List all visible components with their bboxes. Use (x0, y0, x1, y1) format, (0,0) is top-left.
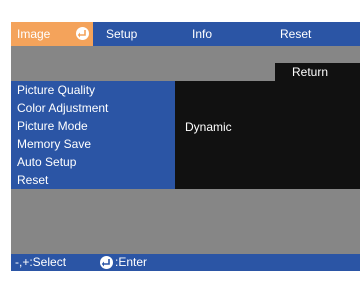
tab-reset-label: Reset (280, 27, 312, 41)
return-button[interactable]: Return (275, 63, 360, 81)
menu-item-label: Picture Mode (17, 119, 88, 133)
menu-item-label: Auto Setup (17, 155, 77, 169)
tab-setup-label: Setup (106, 27, 138, 41)
tab-reset[interactable]: Reset (274, 22, 360, 46)
menu-item-label: Picture Quality (17, 83, 96, 97)
select-hint: -,+:Select (15, 255, 67, 269)
menu-item-color-adjustment[interactable]: Color Adjustment (11, 99, 175, 117)
tab-info-label: Info (192, 27, 213, 41)
menu-item-label: Color Adjustment (17, 101, 109, 115)
return-button-label: Return (292, 65, 329, 79)
menu-item-picture-mode[interactable]: Picture Mode (11, 117, 175, 135)
tab-image-label: Image (17, 27, 51, 41)
picture-mode-value: Dynamic (185, 120, 232, 134)
menu-item-auto-setup[interactable]: Auto Setup (11, 153, 175, 171)
tab-image[interactable]: Image (11, 22, 93, 46)
menu-item-label: Memory Save (17, 137, 92, 151)
status-bar: -,+:Select :Enter (11, 254, 360, 271)
menu-item-memory-save[interactable]: Memory Save (11, 135, 175, 153)
enter-icon (76, 27, 89, 40)
tab-bar: Image Setup Info Reset (11, 22, 360, 46)
tab-info[interactable]: Info (188, 22, 274, 46)
menu-item-label: Reset (17, 173, 49, 187)
enter-hint: :Enter (115, 255, 148, 269)
tab-setup[interactable]: Setup (93, 22, 188, 46)
enter-icon (100, 256, 113, 269)
menu-item-picture-quality[interactable]: Picture Quality (11, 81, 175, 99)
projector-menu-screen: Image Setup Info Reset Return Picture Qu… (11, 22, 360, 271)
menu-item-reset[interactable]: Reset (11, 171, 175, 189)
